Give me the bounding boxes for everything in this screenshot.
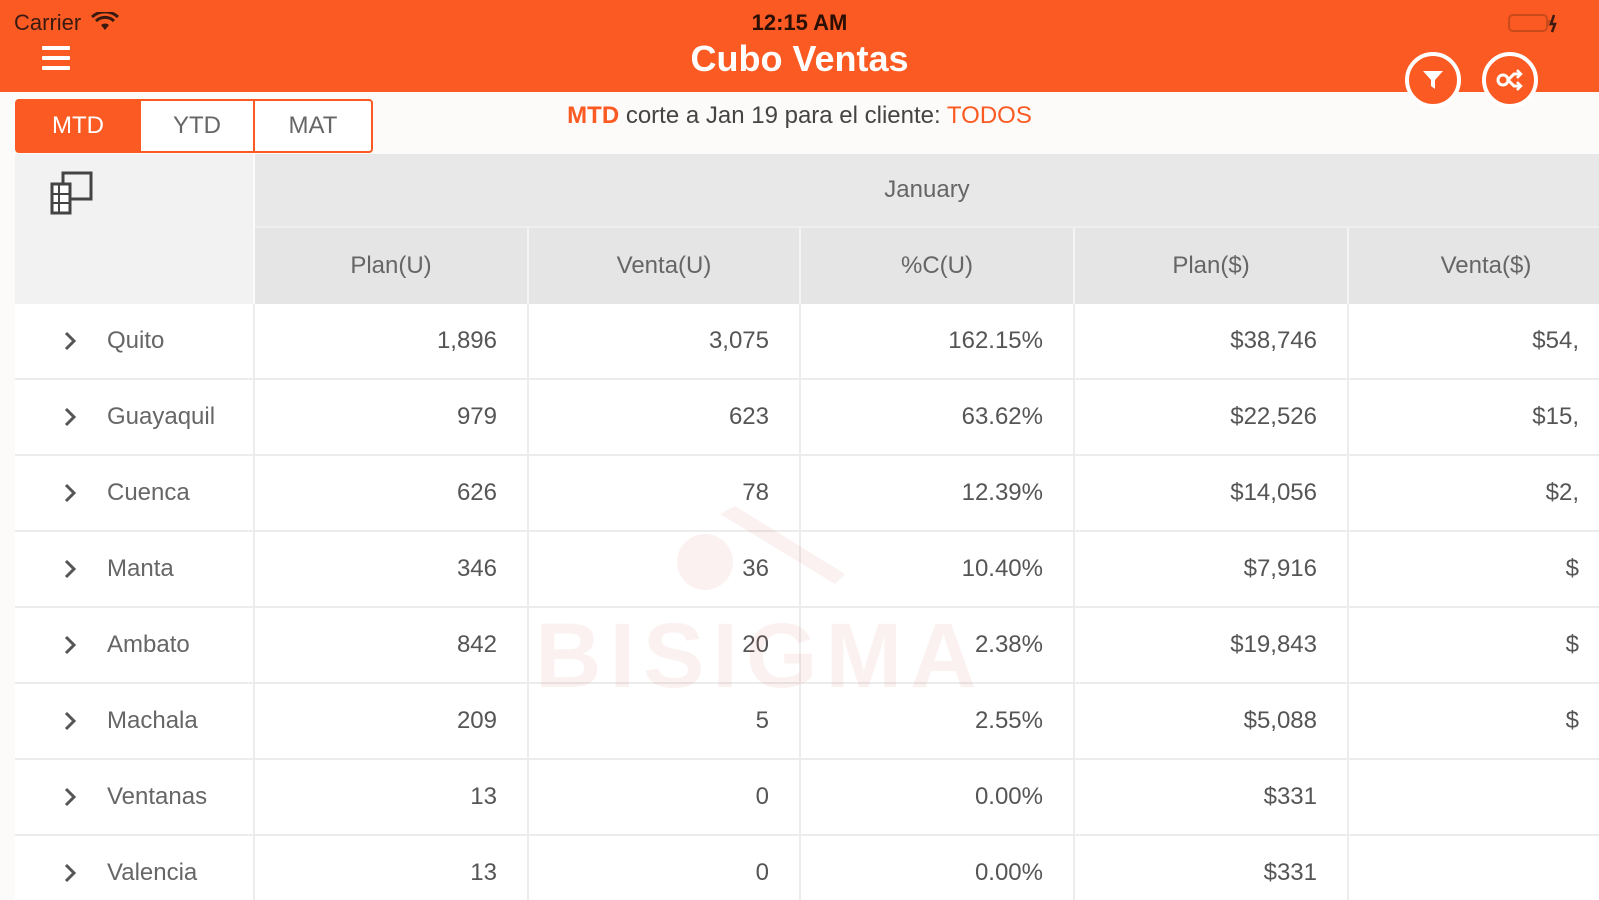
table-row: Cuenca 626 78 12.39% $14,056 $2, xyxy=(15,456,1599,532)
app-header: Carrier 12:15 AM Cubo Ventas xyxy=(0,0,1599,92)
table-row: Ventanas 13 0 0.00% $331 xyxy=(15,760,1599,836)
table-cell[interactable]: 63.62% xyxy=(801,380,1075,454)
col-header-venta-usd[interactable]: Venta($) xyxy=(1349,228,1599,304)
chevron-right-icon xyxy=(64,407,77,427)
chevron-right-icon xyxy=(64,787,77,807)
chevron-right-icon xyxy=(64,711,77,731)
row-expand-toggle[interactable]: Quito xyxy=(15,304,255,378)
table-cell[interactable]: 1,896 xyxy=(255,304,529,378)
col-header-venta-u[interactable]: Venta(U) xyxy=(529,228,801,304)
month-header: January xyxy=(255,154,1599,228)
col-header-plan-u[interactable]: Plan(U) xyxy=(255,228,529,304)
info-client: TODOS xyxy=(946,102,1032,129)
table-cell[interactable]: 36 xyxy=(529,532,801,606)
pivot-table: January Plan(U) Venta(U) %C(U) Plan($) V… xyxy=(15,154,1599,900)
chevron-right-icon xyxy=(64,559,77,579)
table-cell[interactable]: $ xyxy=(1349,608,1599,682)
col-header-plan-usd[interactable]: Plan($) xyxy=(1075,228,1349,304)
row-label: Valencia xyxy=(107,859,198,886)
filter-button[interactable] xyxy=(1405,52,1461,108)
table-cell[interactable]: 0 xyxy=(529,836,801,900)
table-cell[interactable]: $331 xyxy=(1075,760,1349,834)
table-cell[interactable]: 0.00% xyxy=(801,836,1075,900)
table-cell[interactable] xyxy=(1349,760,1599,834)
chevron-right-icon xyxy=(64,331,77,351)
table-cell[interactable]: 78 xyxy=(529,456,801,530)
table-cell[interactable]: 20 xyxy=(529,608,801,682)
info-period: MTD xyxy=(567,102,620,129)
table-cell[interactable]: $ xyxy=(1349,532,1599,606)
table-cell[interactable]: 346 xyxy=(255,532,529,606)
table-cell[interactable]: $5,088 xyxy=(1075,684,1349,758)
table-corner xyxy=(15,154,253,304)
filter-icon xyxy=(1423,71,1443,89)
table-row: Manta 346 36 10.40% $7,916 $ xyxy=(15,532,1599,608)
table-row: Valencia 13 0 0.00% $331 xyxy=(15,836,1599,900)
chevron-right-icon xyxy=(64,635,77,655)
table-cell[interactable]: $7,916 xyxy=(1075,532,1349,606)
row-label: Machala xyxy=(107,707,198,734)
table-cell[interactable]: 12.39% xyxy=(801,456,1075,530)
table-cell[interactable]: 162.15% xyxy=(801,304,1075,378)
table-cell[interactable]: 979 xyxy=(255,380,529,454)
table-cell[interactable]: $38,746 xyxy=(1075,304,1349,378)
row-label: Quito xyxy=(107,327,165,354)
chevron-right-icon xyxy=(64,483,77,503)
swap-settings-icon xyxy=(1496,69,1523,91)
swap-settings-button[interactable] xyxy=(1482,52,1538,108)
row-expand-toggle[interactable]: Ambato xyxy=(15,608,255,682)
row-expand-toggle[interactable]: Cuenca xyxy=(15,456,255,530)
chevron-right-icon xyxy=(64,863,77,883)
period-info: MTD corte a Jan 19 para el cliente: TODO… xyxy=(0,102,1599,130)
table-cell[interactable]: 10.40% xyxy=(801,532,1075,606)
row-label: Guayaquil xyxy=(107,403,216,430)
col-header-pct-c-u[interactable]: %C(U) xyxy=(801,228,1075,304)
table-cell[interactable]: 842 xyxy=(255,608,529,682)
table-cell[interactable]: 209 xyxy=(255,684,529,758)
table-row: Quito 1,896 3,075 162.15% $38,746 $54, xyxy=(15,304,1599,380)
table-cell[interactable]: 0.00% xyxy=(801,760,1075,834)
row-expand-toggle[interactable]: Guayaquil xyxy=(15,380,255,454)
table-cell[interactable]: 626 xyxy=(255,456,529,530)
info-text: corte a Jan 19 para el cliente: xyxy=(619,102,947,129)
row-label: Ventanas xyxy=(107,783,208,810)
table-cell[interactable]: 0 xyxy=(529,760,801,834)
table-cell[interactable]: $15, xyxy=(1349,380,1599,454)
table-cell[interactable]: 2.38% xyxy=(801,608,1075,682)
row-expand-toggle[interactable]: Machala xyxy=(15,684,255,758)
row-expand-toggle[interactable]: Manta xyxy=(15,532,255,606)
table-cell[interactable]: 13 xyxy=(255,836,529,900)
page-title: Cubo Ventas xyxy=(690,38,909,79)
table-cell[interactable]: $2, xyxy=(1349,456,1599,530)
table-cell[interactable]: $19,843 xyxy=(1075,608,1349,682)
row-expand-toggle[interactable]: Valencia xyxy=(15,836,255,900)
battery-icon xyxy=(1508,14,1557,33)
table-cell[interactable]: $331 xyxy=(1075,836,1349,900)
row-expand-toggle[interactable]: Ventanas xyxy=(15,760,255,834)
table-row: Machala 209 5 2.55% $5,088 $ xyxy=(15,684,1599,760)
row-label: Ambato xyxy=(107,631,190,658)
table-cell[interactable]: $ xyxy=(1349,684,1599,758)
table-cell[interactable]: 3,075 xyxy=(529,304,801,378)
table-cell[interactable]: 5 xyxy=(529,684,801,758)
table-cell[interactable]: $54, xyxy=(1349,304,1599,378)
table-cell[interactable]: $14,056 xyxy=(1075,456,1349,530)
table-row: Guayaquil 979 623 63.62% $22,526 $15, xyxy=(15,380,1599,456)
table-row: Ambato 842 20 2.38% $19,843 $ xyxy=(15,608,1599,684)
table-cell[interactable]: 2.55% xyxy=(801,684,1075,758)
table-cell[interactable]: 13 xyxy=(255,760,529,834)
table-cell[interactable]: $22,526 xyxy=(1075,380,1349,454)
table-cell[interactable]: 623 xyxy=(529,380,801,454)
layout-toggle-icon[interactable] xyxy=(49,170,95,216)
row-label: Manta xyxy=(107,555,174,582)
table-cell[interactable] xyxy=(1349,836,1599,900)
row-label: Cuenca xyxy=(107,479,190,506)
status-time: 12:15 AM xyxy=(751,10,848,35)
